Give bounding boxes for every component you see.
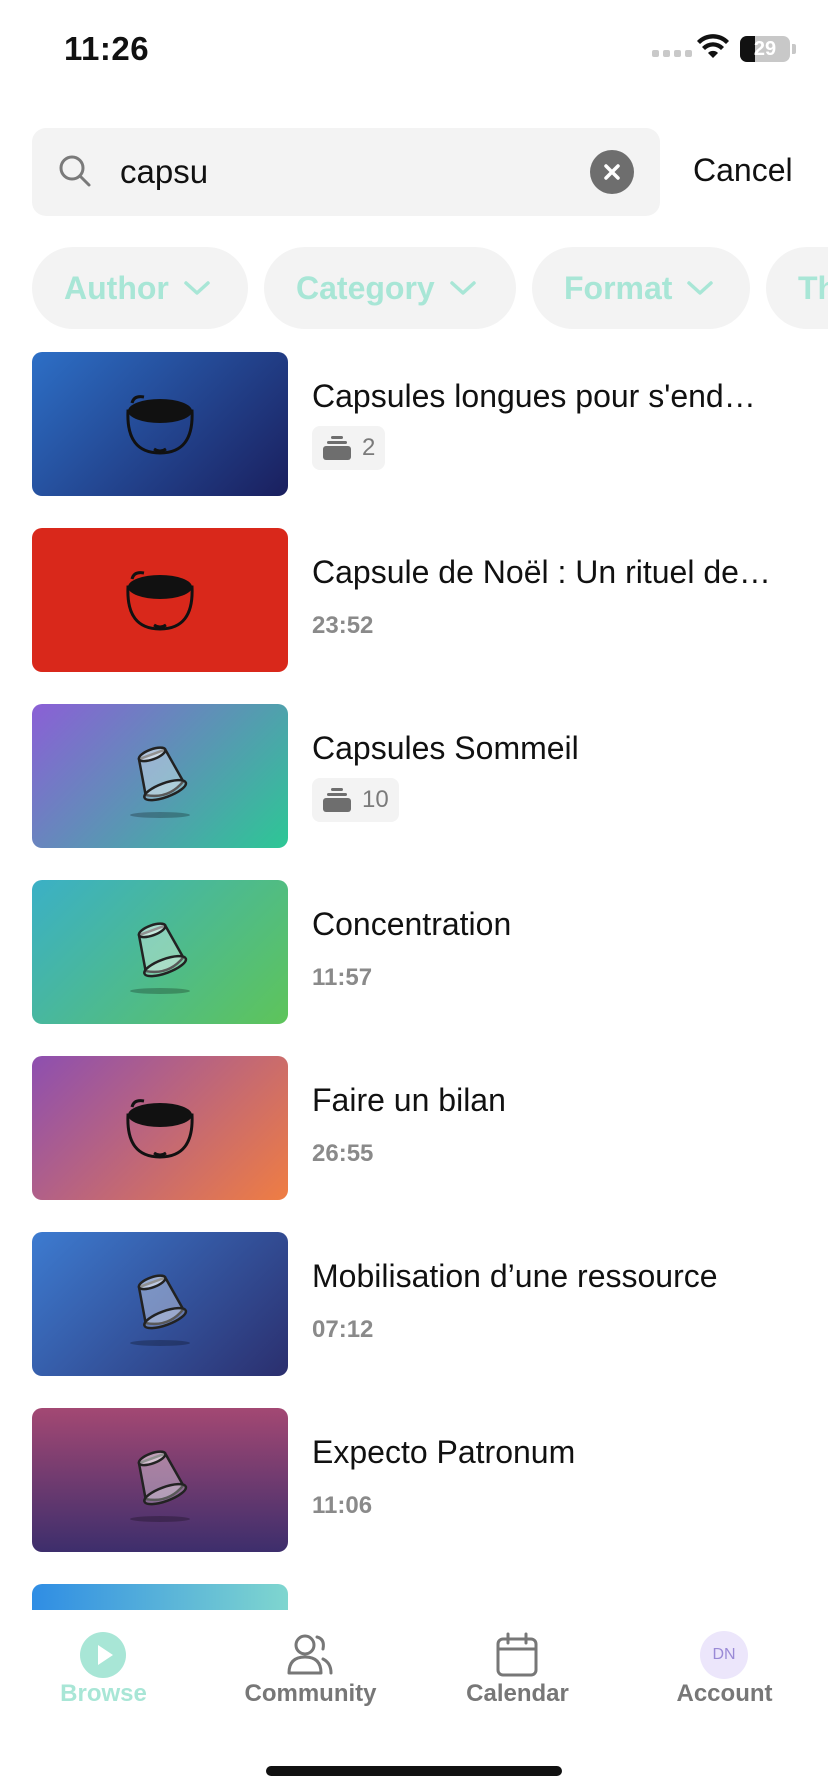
capsule-icon [120, 907, 200, 997]
calendar-icon [492, 1630, 542, 1680]
list-item[interactable]: Faire un bilan 26:55 [0, 1056, 828, 1200]
home-indicator [266, 1766, 562, 1776]
close-icon [604, 164, 620, 180]
avatar: DN [699, 1630, 749, 1680]
avatar-initials: DN [700, 1631, 748, 1679]
thumbnail [32, 1232, 288, 1376]
capsule-icon [120, 731, 200, 821]
thumbnail [32, 1056, 288, 1200]
filter-chips: Author Category Format Th [32, 247, 828, 329]
status-bar: 11:26 29 [0, 0, 828, 100]
battery-icon: 29 [740, 36, 790, 62]
thumbnail [32, 352, 288, 496]
thumbnail [32, 528, 288, 672]
filter-label: Th [798, 269, 828, 306]
list-item[interactable]: Mobilisation d’une ressource 07:12 [0, 1232, 828, 1376]
duration: 07:12 [312, 1316, 374, 1343]
chevron-down-icon [687, 281, 714, 295]
list-item[interactable]: Capsules longues pour s'end… 2 [0, 352, 828, 496]
tab-label: Account [676, 1680, 773, 1707]
duration: 23:52 [312, 612, 374, 639]
list-item[interactable]: Expecto Patronum 11:06 [0, 1408, 828, 1552]
filter-label: Category [296, 269, 435, 306]
duration: 11:57 [312, 964, 373, 991]
clear-search-button[interactable] [590, 150, 634, 194]
list-item[interactable]: Concentration 11:57 [0, 880, 828, 1024]
coffee-cup-icon [120, 565, 200, 635]
item-title: Expecto Patronum [312, 1434, 576, 1470]
episode-count-badge: 10 [312, 778, 399, 822]
tab-label: Community [244, 1680, 377, 1707]
stack-icon [322, 434, 352, 462]
tab-community[interactable]: Community [207, 1610, 414, 1730]
search-icon [59, 155, 91, 187]
chevron-down-icon [184, 281, 210, 295]
duration: 26:55 [312, 1140, 374, 1167]
filter-author[interactable]: Author [32, 247, 248, 329]
capsule-icon [120, 1435, 200, 1525]
cancel-button[interactable]: Cancel [693, 152, 793, 189]
tab-account[interactable]: DN Account [621, 1610, 828, 1730]
wifi-icon [697, 34, 729, 58]
filter-theme[interactable]: Th [766, 247, 828, 329]
search-bar[interactable] [32, 128, 660, 216]
item-title: Capsule de Noël : Un rituel de… [312, 554, 771, 590]
filter-format[interactable]: Format [532, 247, 750, 329]
people-icon [285, 1630, 335, 1680]
filter-label: Author [64, 269, 169, 306]
filter-label: Format [564, 269, 673, 306]
results-list: Capsules longues pour s'end… 2 Capsule d… [0, 352, 828, 1610]
thumbnail [32, 1408, 288, 1552]
thumbnail [32, 880, 288, 1024]
thumbnail [32, 704, 288, 848]
list-item[interactable] [0, 1584, 828, 1610]
list-item[interactable]: Capsule de Noël : Un rituel de… 23:52 [0, 528, 828, 672]
tab-label: Browse [60, 1680, 147, 1707]
status-time: 11:26 [64, 30, 150, 67]
item-title: Concentration [312, 906, 512, 942]
play-icon [78, 1630, 128, 1680]
tab-browse[interactable]: Browse [0, 1610, 207, 1730]
search-input[interactable] [120, 146, 600, 198]
item-title: Capsules longues pour s'end… [312, 378, 756, 414]
tab-label: Calendar [466, 1680, 569, 1707]
chevron-down-icon [449, 281, 476, 295]
filter-category[interactable]: Category [264, 247, 516, 329]
battery-level: 29 [753, 38, 777, 60]
tab-calendar[interactable]: Calendar [414, 1610, 621, 1730]
capsule-icon [120, 1259, 200, 1349]
item-title: Faire un bilan [312, 1082, 506, 1118]
coffee-cup-icon [120, 389, 200, 459]
list-item[interactable]: Capsules Sommeil 10 [0, 704, 828, 848]
duration: 11:06 [312, 1492, 373, 1519]
stack-icon [322, 786, 352, 814]
episode-count-badge: 2 [312, 426, 386, 470]
tab-bar: Browse Community Calendar DN Account [0, 1610, 828, 1792]
thumbnail [32, 1584, 288, 1610]
item-title: Mobilisation d’une ressource [312, 1258, 718, 1294]
coffee-cup-icon [120, 1093, 200, 1163]
cellular-signal-icon [652, 50, 692, 57]
item-title: Capsules Sommeil [312, 730, 579, 766]
